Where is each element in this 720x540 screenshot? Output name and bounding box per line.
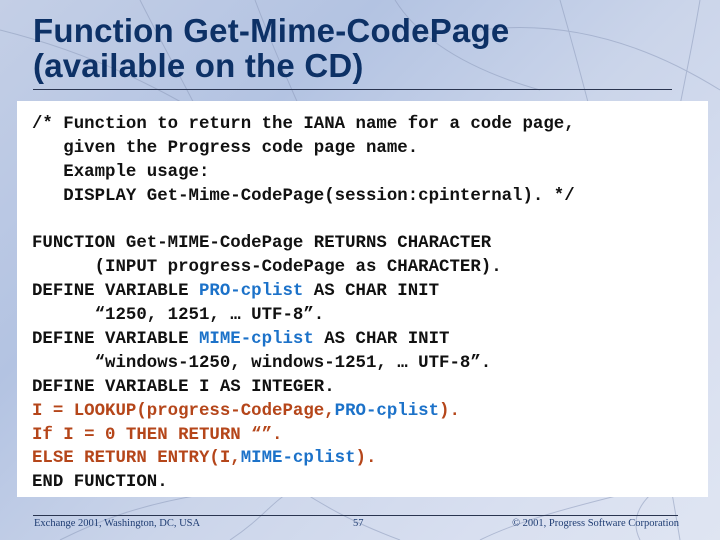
code-text: /* Function to return the IANA name for … <box>32 115 575 134</box>
code-text: AS CHAR INIT <box>313 330 450 350</box>
code-line: “windows-1250, windows-1251, … UTF-8”. <box>32 352 575 376</box>
code-text: END FUNCTION. <box>32 473 168 493</box>
code-text: ). <box>355 449 377 469</box>
code-text: FUNCTION Get-MIME-CodePage RETURNS CHARA… <box>32 234 492 254</box>
code-block: /* Function to return the IANA name for … <box>32 113 575 495</box>
code-text: “1250, 1251, … UTF-8”. <box>32 306 325 326</box>
code-line: DEFINE VARIABLE I AS INTEGER. <box>32 376 575 400</box>
code-text: Example usage: <box>32 162 210 182</box>
code-line: FUNCTION Get-MIME-CodePage RETURNS CHARA… <box>32 232 575 256</box>
code-text: DEFINE VARIABLE <box>32 282 199 302</box>
footer-event: Exchange 2001, Washington, DC, USA <box>34 518 201 529</box>
code-text: DEFINE VARIABLE <box>32 330 199 350</box>
code-line: (INPUT progress-CodePage as CHARACTER). <box>32 256 575 280</box>
code-line: /* Function to return the IANA name for … <box>32 113 575 137</box>
code-text: ELSE RETURN ENTRY(I, <box>32 449 241 469</box>
code-line: “1250, 1251, … UTF-8”. <box>32 304 575 328</box>
code-line: given the Progress code page name. <box>32 137 575 161</box>
code-line: DEFINE VARIABLE PRO-cplist AS CHAR INIT <box>32 280 575 304</box>
footer-copyright: © 2001, Progress Software Corporation <box>512 518 679 529</box>
code-line: DEFINE VARIABLE MIME-cplist AS CHAR INIT <box>32 328 575 352</box>
code-identifier: MIME-cplist <box>198 330 314 350</box>
code-line: ELSE RETURN ENTRY(I,MIME-cplist). <box>32 447 575 471</box>
title-line-1: Function Get-Mime-CodePage <box>33 12 510 49</box>
code-line: Example usage: <box>32 161 575 185</box>
code-line: I = LOOKUP(progress-CodePage,PRO-cplist)… <box>32 400 575 424</box>
code-identifier: PRO-cplist <box>334 401 440 421</box>
code-text: given the Progress code page name. <box>32 138 419 158</box>
page-number: 57 <box>353 518 364 529</box>
code-text: I = LOOKUP(progress-CodePage, <box>32 401 335 421</box>
code-text: DEFINE VARIABLE I AS INTEGER. <box>32 377 335 397</box>
code-text: (INPUT progress-CodePage as CHARACTER). <box>32 258 502 278</box>
code-text: If I = 0 THEN RETURN “”. <box>32 425 283 445</box>
code-line: If I = 0 THEN RETURN “”. <box>32 424 575 448</box>
code-line: DISPLAY Get-Mime-CodePage(session:cpinte… <box>32 185 575 209</box>
code-text: ). <box>439 401 460 421</box>
title-line-2: (available on the CD) <box>33 47 364 84</box>
code-line: END FUNCTION. <box>32 471 575 495</box>
code-panel: /* Function to return the IANA name for … <box>17 101 708 497</box>
code-text: AS CHAR INIT <box>303 282 440 302</box>
title-divider <box>33 89 672 90</box>
slide-title: Function Get-Mime-CodePage (available on… <box>33 13 509 83</box>
code-text: “windows-1250, windows-1251, … UTF-8”. <box>32 353 492 373</box>
code-identifier: PRO-cplist <box>198 282 304 302</box>
footer-divider <box>33 515 678 516</box>
code-identifier: MIME-cplist <box>240 449 356 469</box>
code-text: DISPLAY Get-Mime-CodePage(session:cpinte… <box>32 186 575 206</box>
